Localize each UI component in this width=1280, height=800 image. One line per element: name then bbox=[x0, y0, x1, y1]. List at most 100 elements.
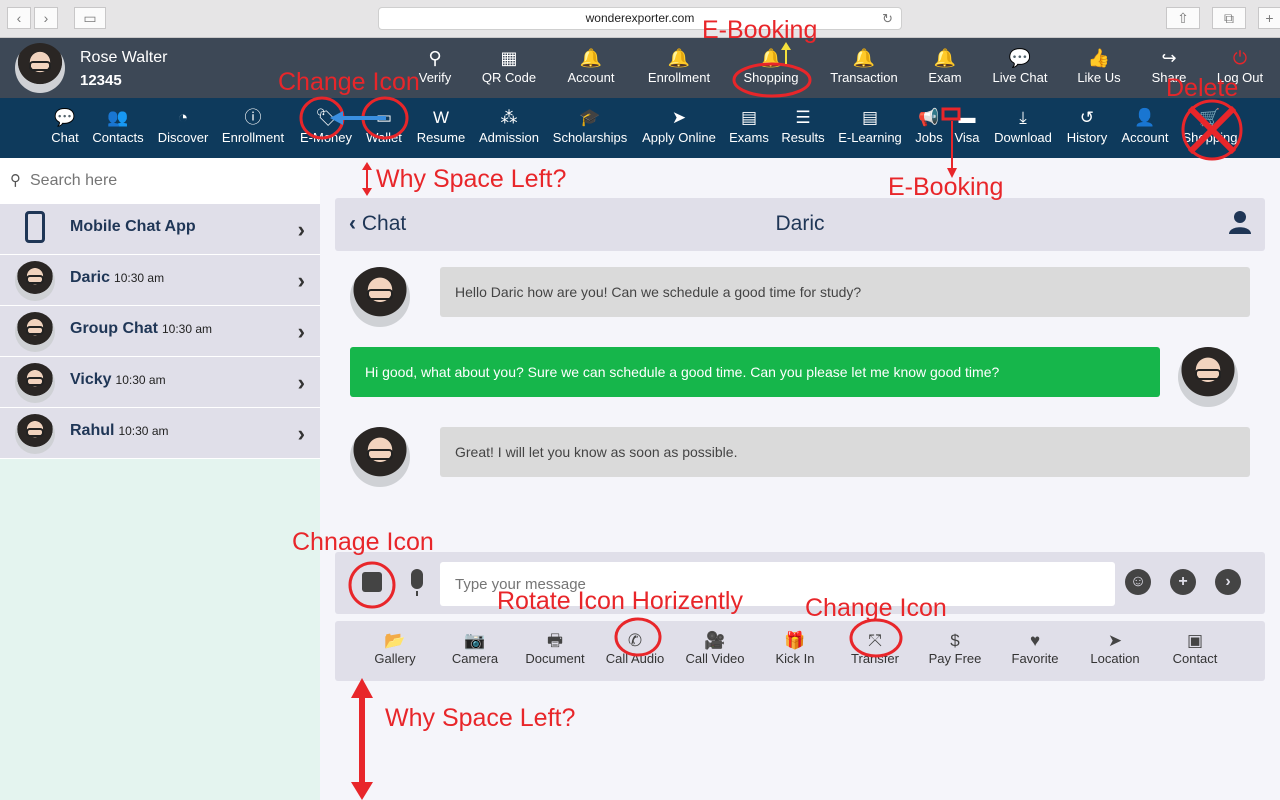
contact-name: Group Chat bbox=[70, 320, 158, 337]
nav-item-label: Resume bbox=[416, 130, 466, 145]
action-contact[interactable]: ▣ Contact bbox=[1155, 631, 1235, 666]
user-avatar[interactable] bbox=[15, 43, 65, 93]
contact-time: 10:30 am bbox=[118, 424, 169, 438]
contact-item-mobile-chat-app[interactable]: Mobile Chat App › bbox=[0, 204, 320, 255]
action-label: Contact bbox=[1172, 651, 1218, 666]
power-icon: ⏻ bbox=[1232, 48, 1248, 68]
action-label: Call Video bbox=[685, 651, 745, 666]
reload-icon[interactable]: ↻ bbox=[882, 8, 893, 29]
microphone-icon[interactable] bbox=[411, 569, 423, 596]
user-profile-icon[interactable] bbox=[1229, 210, 1251, 234]
bell-icon: 🔔 bbox=[933, 48, 957, 68]
top-menu-enrollment[interactable]: 🔔 Enrollment bbox=[639, 46, 719, 85]
print-icon: 🖶 bbox=[546, 631, 564, 650]
contact-item-vicky[interactable]: Vicky 10:30 am › bbox=[0, 357, 320, 408]
url-text: wonderexporter.com bbox=[585, 11, 695, 25]
top-menu-label: Exam bbox=[928, 70, 962, 85]
address-bar[interactable]: wonderexporter.com ↻ bbox=[378, 7, 902, 30]
contact-name-wrap: Mobile Chat App bbox=[70, 218, 196, 236]
contact-item-group-chat[interactable]: Group Chat 10:30 am › bbox=[0, 306, 320, 357]
sidebar-toggle-icon[interactable]: ▭ bbox=[74, 7, 106, 29]
top-menu-label: Live Chat bbox=[992, 70, 1048, 85]
action-favorite[interactable]: ♥ Favorite bbox=[995, 631, 1075, 666]
contact-item-rahul[interactable]: Rahul 10:30 am › bbox=[0, 408, 320, 459]
annotation-why-space-bottom: Why Space Left? bbox=[385, 704, 576, 732]
action-gallery[interactable]: 📂 Gallery bbox=[355, 631, 435, 666]
chat-bubble-icon: 💬 bbox=[1008, 48, 1032, 68]
gift-icon: 🎁 bbox=[784, 631, 806, 650]
message-avatar bbox=[1178, 347, 1238, 407]
tabs-icon[interactable]: ⧉ bbox=[1212, 7, 1246, 29]
plus-icon[interactable]: + bbox=[1170, 569, 1196, 595]
message-avatar bbox=[350, 267, 410, 327]
contact-time: 10:30 am bbox=[114, 271, 165, 285]
attachment-bar: 📂 Gallery 📷 Camera 🖶 Document ✆ Call Audio 🎥 Call… bbox=[335, 621, 1265, 681]
emoji-icon[interactable]: ☺ bbox=[1125, 569, 1151, 595]
top-menu-label: QR Code bbox=[481, 70, 537, 85]
action-document[interactable]: 🖶 Document bbox=[515, 631, 595, 666]
mobile-phone-icon bbox=[25, 211, 45, 243]
contact-name: Rahul bbox=[70, 422, 115, 439]
top-menu-shopping[interactable]: 🔔 Shopping bbox=[731, 46, 811, 85]
top-menu-live-chat[interactable]: 💬 Live Chat bbox=[980, 46, 1060, 85]
annotation-delete: Delete bbox=[1166, 74, 1239, 102]
action-label: Gallery bbox=[374, 651, 416, 666]
forward-button[interactable]: › bbox=[34, 7, 58, 29]
nav-item-label: Discover bbox=[157, 130, 209, 145]
nav-item-shopping[interactable]: 🛒 Shopping bbox=[1165, 106, 1255, 145]
chat-header: ‹ Chat Daric bbox=[335, 198, 1265, 251]
action-call-audio[interactable]: ✆ Call Audio bbox=[595, 631, 675, 666]
send-icon[interactable]: › bbox=[1215, 569, 1241, 595]
bell-icon: 🔔 bbox=[759, 48, 783, 68]
nav-item-scholarships[interactable]: 🎓 Scholarships bbox=[545, 106, 635, 145]
search-box: ⚲ bbox=[0, 158, 320, 204]
nav-item-label: Enrollment bbox=[221, 130, 285, 145]
top-menu-qr-code[interactable]: ▦ QR Code bbox=[469, 46, 549, 85]
contact-avatar bbox=[15, 261, 55, 301]
action-call-video[interactable]: 🎥 Call Video bbox=[675, 631, 755, 666]
contact-avatar bbox=[15, 363, 55, 403]
chevron-right-icon: › bbox=[297, 319, 305, 344]
share-browser-icon[interactable]: ⇧ bbox=[1166, 7, 1200, 29]
browser-toolbar: ‹ › ▭ wonderexporter.com ↻ ⇧ ⧉ + bbox=[0, 0, 1280, 38]
calendar-icon[interactable] bbox=[362, 572, 382, 592]
action-kick-in[interactable]: 🎁 Kick In bbox=[755, 631, 835, 666]
contact-avatar bbox=[15, 312, 55, 352]
annotation-e-booking-top: E-Booking bbox=[702, 16, 818, 44]
nav-item-label: Scholarships bbox=[552, 130, 628, 145]
cubes-icon: ⁂ bbox=[500, 108, 518, 127]
action-camera[interactable]: 📷 Camera bbox=[435, 631, 515, 666]
share-icon: ↪ bbox=[1161, 48, 1177, 68]
nav-item-label: Shopping bbox=[1182, 130, 1238, 145]
action-label: Favorite bbox=[1011, 651, 1059, 666]
top-menu-label: Shopping bbox=[743, 70, 799, 85]
chevron-right-icon: › bbox=[297, 217, 305, 242]
nav-item-label: Visa bbox=[954, 130, 980, 145]
action-location[interactable]: ➤ Location bbox=[1075, 631, 1155, 666]
top-menu-label: Enrollment bbox=[647, 70, 711, 85]
top-menu-transaction[interactable]: 🔔 Transaction bbox=[824, 46, 904, 85]
annotation-change-icon-top: Change Icon bbox=[278, 68, 420, 96]
bell-icon: 🔔 bbox=[579, 48, 603, 68]
qr-code-icon: ▦ bbox=[500, 48, 518, 68]
contact-name-wrap: Daric 10:30 am bbox=[70, 269, 164, 287]
search-input[interactable] bbox=[30, 168, 310, 194]
new-tab-icon[interactable]: + bbox=[1258, 7, 1280, 29]
contact-name: Vicky bbox=[70, 371, 112, 388]
contact-item-daric[interactable]: Daric 10:30 am › bbox=[0, 255, 320, 306]
camera-icon: 📷 bbox=[464, 631, 486, 650]
back-button[interactable]: ‹ bbox=[7, 7, 31, 29]
action-transfer[interactable]: ⤧ Transfer bbox=[835, 631, 915, 666]
search-icon: ⚲ bbox=[10, 172, 21, 189]
main-nav: 💬 Chat 👥 Contacts ◔ Discover ⓘ Enrollment 🏷 E-Mon… bbox=[0, 98, 1280, 158]
nav-item-label: Account bbox=[1121, 130, 1169, 145]
nav-item-admission[interactable]: ⁂ Admission bbox=[464, 106, 554, 145]
top-menu-account[interactable]: 🔔 Account bbox=[551, 46, 631, 85]
user-id: 12345 bbox=[80, 72, 122, 89]
top-menu-like-us[interactable]: 👍 Like Us bbox=[1059, 46, 1139, 85]
dollar-icon: $ bbox=[950, 631, 960, 650]
contact-name-wrap: Rahul 10:30 am bbox=[70, 422, 169, 440]
action-pay-free[interactable]: $ Pay Free bbox=[915, 631, 995, 666]
bell-icon: 🔔 bbox=[852, 48, 876, 68]
top-menu-exam[interactable]: 🔔 Exam bbox=[905, 46, 985, 85]
